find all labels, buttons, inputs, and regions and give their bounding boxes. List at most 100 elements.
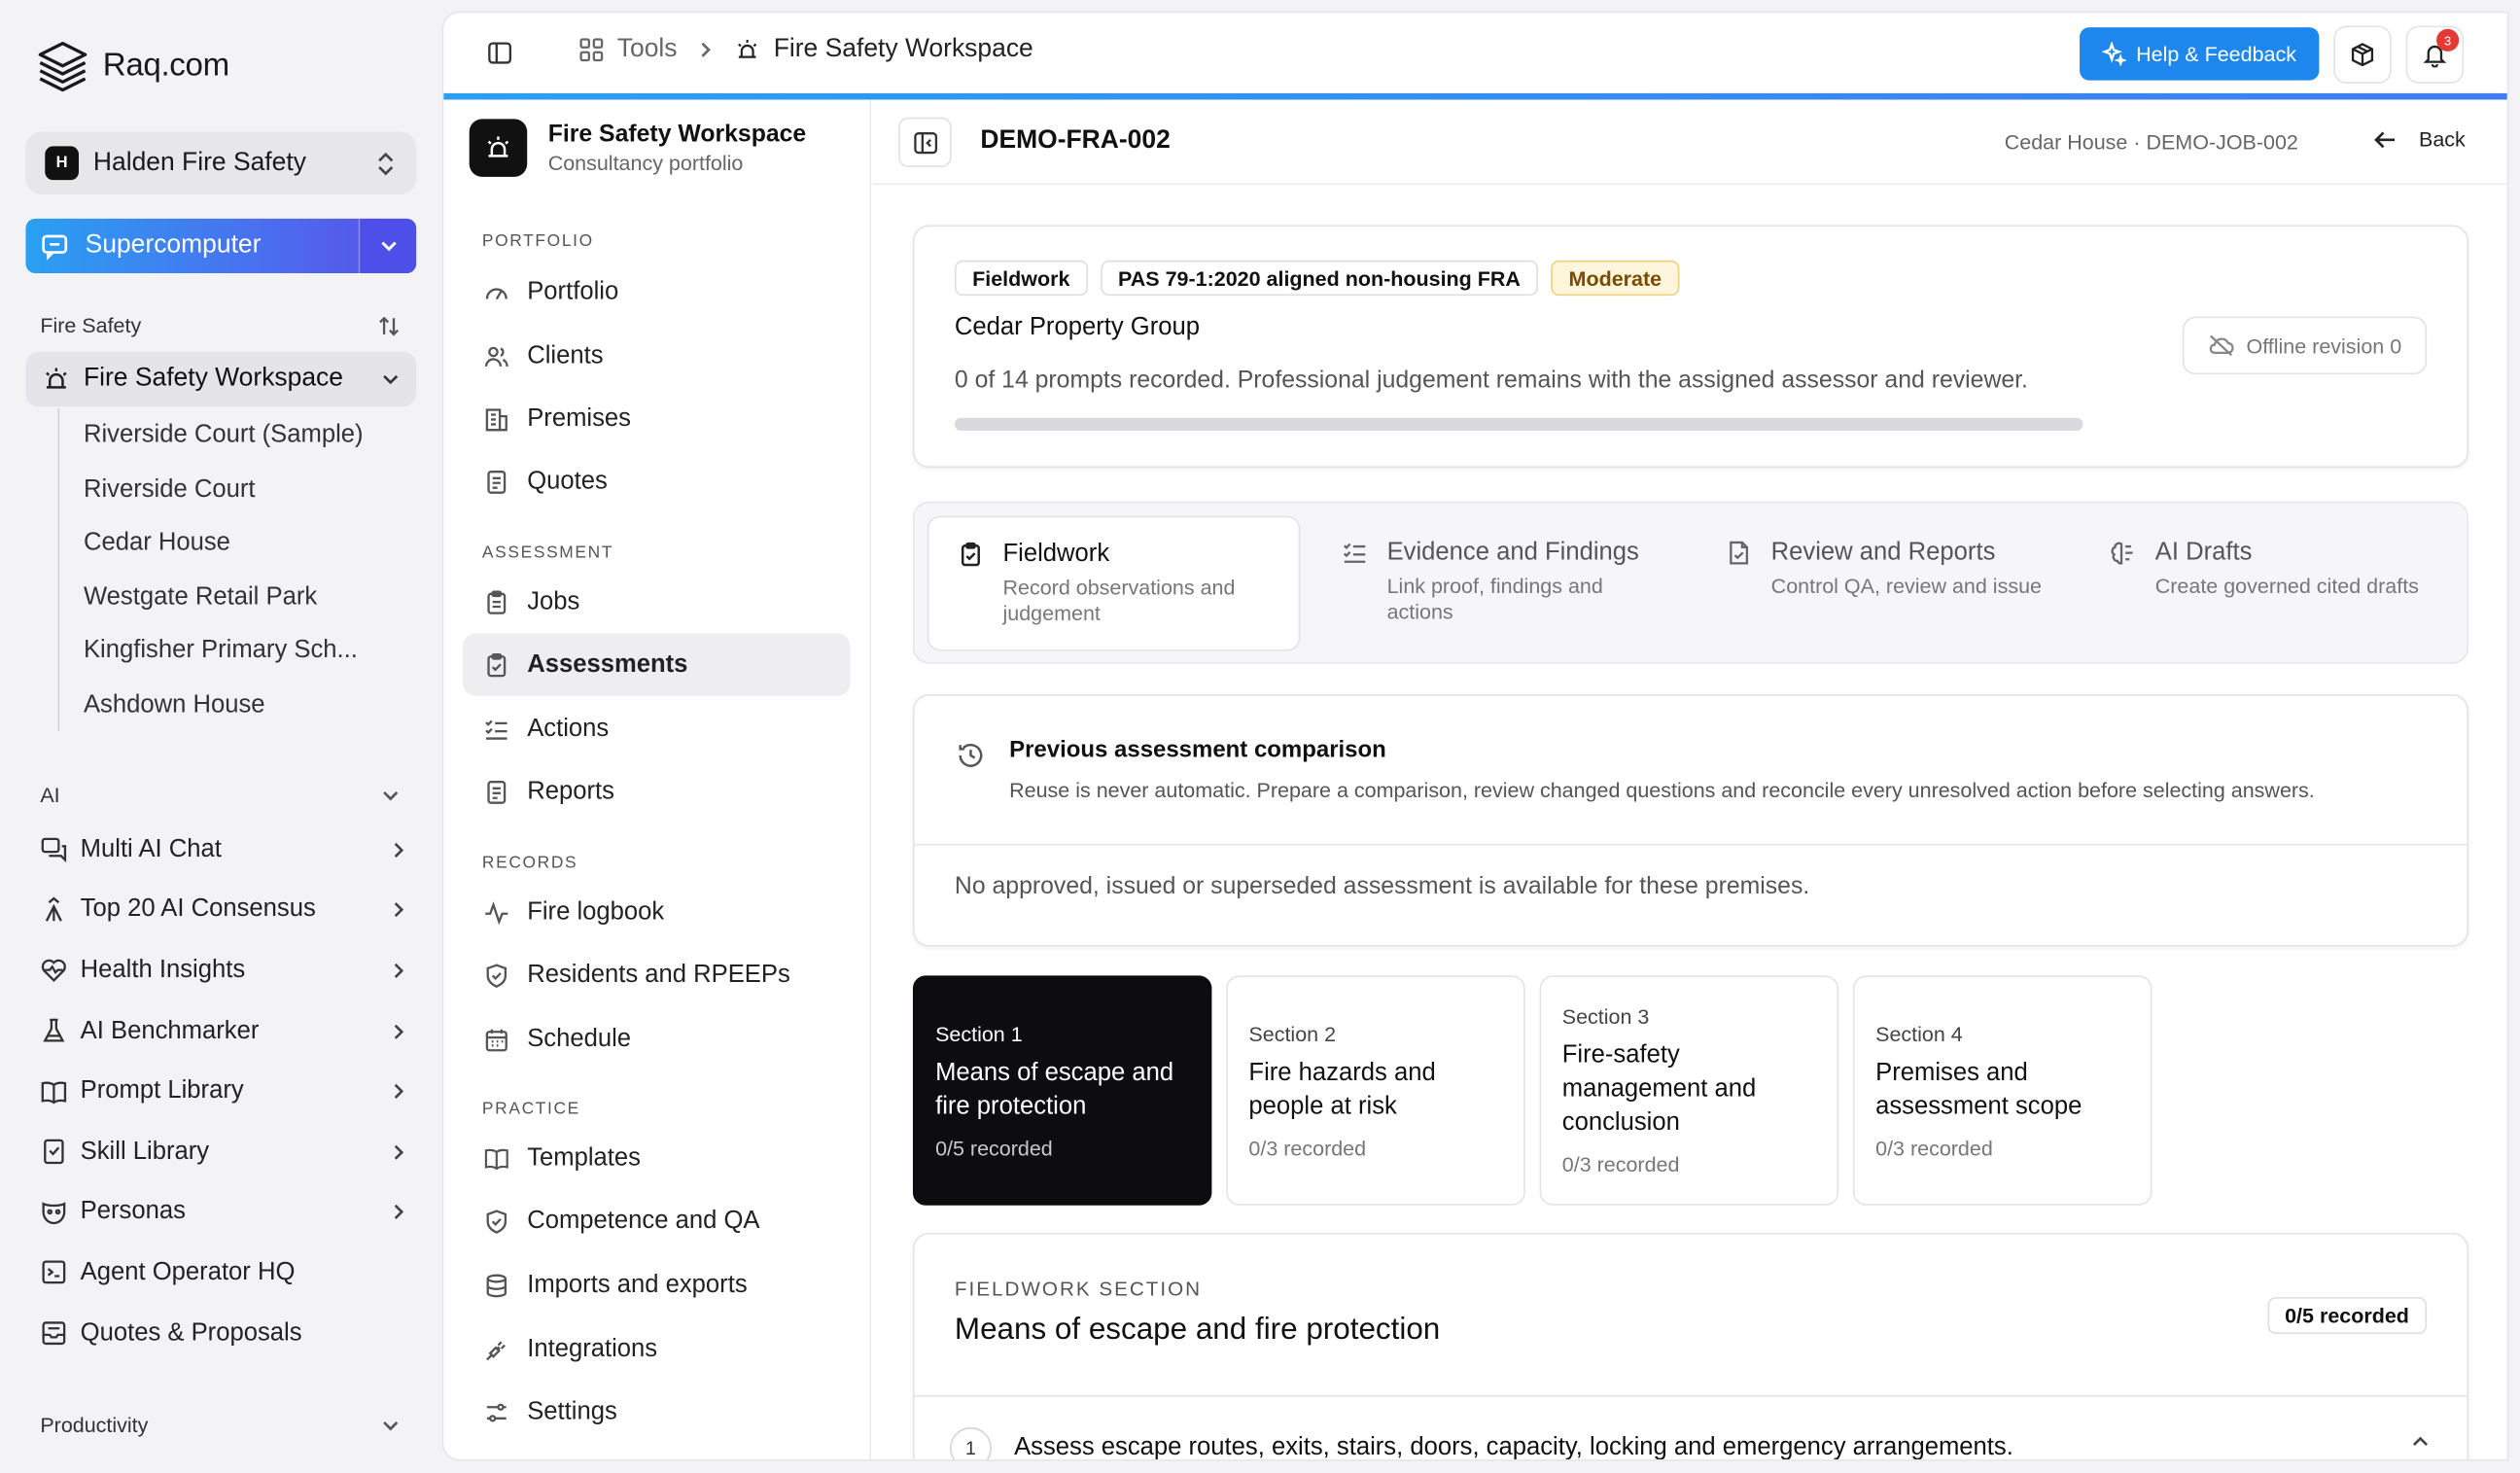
workflow-tabs: Fieldwork Record observations and judgem… (912, 501, 2469, 664)
section-number: Section 1 (935, 1021, 1023, 1046)
nav-item-jobs[interactable]: Jobs (463, 571, 850, 633)
sort-icon[interactable] (377, 314, 400, 336)
sidebar-item-prompt-library[interactable]: Prompt Library (39, 1062, 405, 1122)
chevron-updown-icon (374, 151, 397, 176)
list-checks-icon (1342, 540, 1367, 565)
sidebar-item-personas[interactable]: Personas (39, 1182, 405, 1243)
package-button[interactable] (2333, 25, 2392, 84)
nav-item-label: Quotes (527, 467, 608, 495)
nav-item-actions[interactable]: Actions (463, 697, 850, 759)
section-card-4[interactable]: Section 4 Premises and assessment scope … (1852, 975, 2152, 1206)
nav-item-assessments[interactable]: Assessments (463, 633, 851, 696)
nav-item-competence-qa[interactable]: Competence and QA (463, 1189, 850, 1251)
workspace-subtitle: Consultancy portfolio (547, 151, 744, 176)
org-switcher[interactable]: H Halden Fire Safety (25, 131, 417, 195)
supercomputer-dropdown[interactable] (358, 218, 417, 274)
org-name: Halden Fire Safety (92, 148, 306, 177)
tab-review-reports[interactable]: Review and Reports Control QA, review an… (1698, 516, 2071, 651)
brand[interactable]: Raq.com (35, 39, 229, 93)
sidebar-item-skill-library[interactable]: Skill Library (39, 1122, 405, 1182)
sidebar-item-label: Health Insights (80, 956, 246, 984)
sidebar-item-fire-safety-workspace[interactable]: Fire Safety Workspace (25, 352, 417, 407)
nav-item-templates[interactable]: Templates (463, 1127, 850, 1189)
productivity-section[interactable]: Productivity (40, 1413, 400, 1437)
offline-revision-button[interactable]: Offline revision 0 (2182, 316, 2428, 375)
logo-icon (35, 39, 89, 93)
nav-item-premises[interactable]: Premises (463, 387, 850, 449)
sidebar-item-label: Multi AI Chat (80, 835, 222, 863)
workspace-child-item[interactable]: Westgate Retail Park (84, 570, 364, 623)
alarm-icon (735, 37, 760, 62)
sidebar-item-label: Prompt Library (80, 1076, 244, 1105)
chevron-right-icon (392, 840, 404, 859)
nav-item-fire-logbook[interactable]: Fire logbook (463, 881, 850, 943)
nav-item-portfolio[interactable]: Portfolio (463, 261, 850, 323)
supercomputer-button[interactable]: Supercomputer (25, 218, 417, 274)
sidebar-item-multi-ai-chat[interactable]: Multi AI Chat (39, 820, 405, 880)
ai-section[interactable]: AI (40, 783, 400, 807)
standard-chip: PAS 79-1:2020 aligned non-housing FRA (1100, 260, 1539, 297)
section-card-3[interactable]: Section 3 Fire-safety management and con… (1539, 975, 1839, 1206)
shield-check-icon (482, 1208, 511, 1234)
help-feedback-label: Help & Feedback (2136, 41, 2296, 66)
section-card-1[interactable]: Section 1 Means of escape and fire prote… (912, 975, 1212, 1206)
divider (914, 1394, 2468, 1397)
document-icon (482, 779, 511, 804)
sidebar-item-label: Agent Operator HQ (80, 1258, 296, 1286)
chat-icon (40, 231, 69, 261)
file-check-icon (1726, 540, 1751, 565)
assessment-tags: Fieldwork PAS 79-1:2020 aligned non-hous… (954, 260, 1680, 297)
notifications-button[interactable]: 3 (2405, 25, 2465, 84)
sidebar-item-top-20-ai-consensus[interactable]: Top 20 AI Consensus (39, 880, 405, 940)
client-name: Cedar Property Group (954, 313, 1201, 341)
brain-icon (2110, 540, 2135, 565)
nav-item-settings[interactable]: Settings (463, 1381, 850, 1443)
workspace-child-item[interactable]: Ashdown House (84, 678, 364, 731)
back-button[interactable]: Back (2374, 127, 2466, 151)
section-title: Means of escape and fire protection (935, 1058, 1174, 1120)
help-feedback-button[interactable]: Help & Feedback (2080, 27, 2320, 81)
sidebar-item-quotes-proposals[interactable]: Quotes & Proposals (39, 1303, 405, 1363)
nav-item-clients[interactable]: Clients (463, 325, 850, 387)
users-icon (482, 343, 511, 368)
section-card-2[interactable]: Section 2 Fire hazards and people at ris… (1226, 975, 1525, 1206)
question-row[interactable]: 1 Assess escape routes, exits, stairs, d… (949, 1426, 2507, 1459)
nav-group-practice: PRACTICE (481, 1099, 580, 1119)
grid-icon (578, 37, 604, 62)
top-accent-bar (443, 92, 2507, 100)
gauge-icon (482, 279, 511, 304)
nav-item-residents-rpeeps[interactable]: Residents and RPEEPs (463, 943, 850, 1005)
nav-item-schedule[interactable]: Schedule (463, 1007, 850, 1070)
nav-item-label: Residents and RPEEPs (527, 960, 790, 988)
tab-fieldwork[interactable]: Fieldwork Record observations and judgem… (927, 515, 1301, 651)
sidebar-item-health-insights[interactable]: Health Insights (39, 940, 405, 1000)
sidebar-item-agent-operator-hq[interactable]: Agent Operator HQ (39, 1243, 405, 1303)
sidebar-toggle-icon[interactable] (487, 40, 512, 65)
workspace-child-item[interactable]: Riverside Court (84, 462, 364, 515)
supercomputer-label: Supercomputer (85, 231, 262, 260)
chevron-up-icon[interactable] (2411, 1435, 2431, 1448)
comparison-empty-text: No approved, issued or superseded assess… (954, 872, 1810, 900)
nav-item-quotes[interactable]: Quotes (463, 450, 850, 512)
stage-chip: Fieldwork (954, 260, 1088, 297)
workspace-child-item[interactable]: Riverside Court (Sample) (84, 408, 364, 462)
sidebar-item-ai-benchmarker[interactable]: AI Benchmarker (39, 1000, 405, 1061)
breadcrumb-tools[interactable]: Tools (617, 35, 678, 64)
section-recorded: 0/3 recorded (1875, 1135, 1993, 1160)
assessment-id: DEMO-FRA-002 (980, 126, 1171, 155)
nav-item-reports[interactable]: Reports (463, 760, 850, 823)
nav-item-integrations[interactable]: Integrations (463, 1318, 850, 1381)
section-label: AI (40, 783, 60, 807)
workspace-child-item[interactable]: Kingfisher Primary Sch... (84, 623, 364, 677)
fire-safety-section[interactable]: Fire Safety (40, 313, 400, 337)
building-icon (482, 405, 511, 431)
nav-group-portfolio: PORTFOLIO (481, 231, 594, 251)
nav-item-imports-exports[interactable]: Imports and exports (463, 1253, 850, 1315)
workspace-child-item[interactable]: Cedar House (84, 516, 364, 570)
tab-ai-drafts[interactable]: AI Drafts Create governed cited drafts (2082, 516, 2455, 651)
fieldwork-section-card: FIELDWORK SECTION Means of escape and fi… (912, 1232, 2469, 1459)
panel-toggle-button[interactable] (898, 117, 952, 167)
tab-evidence-findings[interactable]: Evidence and Findings Link proof, findin… (1313, 516, 1687, 651)
chevron-down-icon (381, 1419, 401, 1431)
chat-bubbles-icon (39, 836, 68, 863)
